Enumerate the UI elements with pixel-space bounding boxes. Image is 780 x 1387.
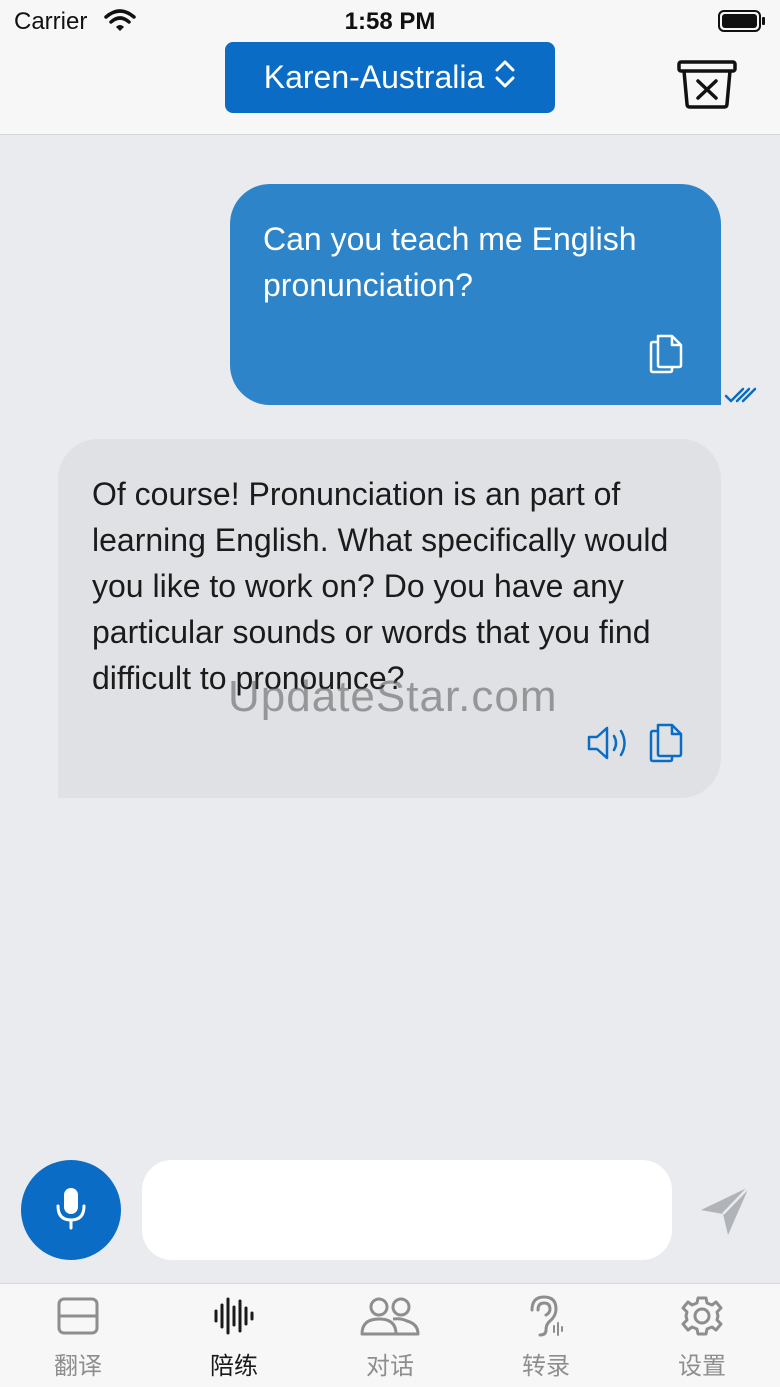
message-input[interactable]	[142, 1160, 672, 1260]
assistant-message-text: Of course! Pronunciation is an part of l…	[92, 476, 669, 696]
chevron-up-down-icon	[494, 59, 516, 97]
tab-conversation[interactable]: 对话	[312, 1284, 468, 1387]
speaker-icon[interactable]	[586, 725, 632, 766]
translate-square-icon	[56, 1294, 100, 1338]
waveform-icon	[212, 1294, 256, 1338]
microphone-icon	[54, 1185, 88, 1236]
people-icon	[359, 1294, 421, 1338]
voice-selector-button[interactable]: Karen-Australia	[225, 42, 555, 113]
tab-settings[interactable]: 设置	[624, 1284, 780, 1387]
tab-translate[interactable]: 翻译	[0, 1284, 156, 1387]
send-icon[interactable]	[698, 1184, 752, 1243]
watermark-text: UpdateStar.com	[228, 672, 558, 721]
assistant-message-bubble: Of course! Pronunciation is an part of l…	[58, 439, 721, 798]
top-bar: Carrier 1:58 PM Karen-Australia	[0, 0, 780, 135]
user-message-bubble: Can you teach me English pronunciation?	[230, 184, 721, 405]
tab-transcribe[interactable]: 转录	[468, 1284, 624, 1387]
tab-label: 对话	[366, 1353, 414, 1380]
voice-selector-label: Karen-Australia	[263, 59, 485, 95]
microphone-button[interactable]	[21, 1160, 121, 1260]
trash-x-icon[interactable]	[676, 58, 738, 115]
battery-icon	[718, 10, 766, 37]
user-message-text: Can you teach me English pronunciation?	[263, 221, 637, 303]
status-time: 1:58 PM	[344, 8, 436, 35]
copy-icon[interactable]	[648, 721, 684, 768]
tab-label: 陪练	[210, 1353, 258, 1380]
read-receipt-icon	[724, 386, 758, 409]
tab-practice[interactable]: 陪练	[156, 1284, 312, 1387]
ear-icon	[526, 1294, 566, 1338]
gear-icon	[681, 1294, 723, 1338]
tab-bar: 翻译 陪练 对话 转录 设置	[0, 1283, 780, 1387]
copy-icon[interactable]	[648, 332, 684, 379]
tab-label: 翻译	[54, 1353, 102, 1380]
tab-label: 设置	[678, 1353, 726, 1380]
tab-label: 转录	[522, 1353, 570, 1380]
